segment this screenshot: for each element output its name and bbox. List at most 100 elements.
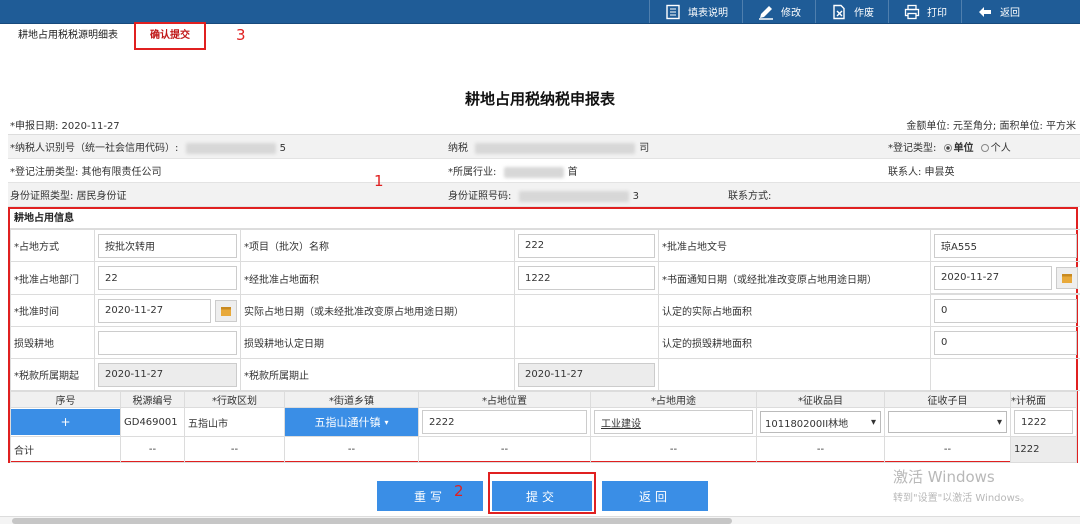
actual-date-label: 实际占地日期（或未经批准改变原占地用途日期） bbox=[240, 294, 515, 327]
print-label: 打印 bbox=[927, 8, 947, 19]
back-toolbar-button[interactable]: 返回 bbox=[961, 0, 1080, 23]
chevron-down-icon: ▾ bbox=[870, 416, 876, 428]
calendar-icon[interactable] bbox=[215, 299, 237, 322]
dept-label: *批准占地部门 bbox=[10, 261, 95, 295]
location-input[interactable]: 2222 bbox=[422, 410, 587, 434]
id-number-label: 身份证照号码: bbox=[448, 191, 512, 202]
docno-label: *批准占地文号 bbox=[658, 229, 931, 262]
street-value: 五指山通什镇 bbox=[314, 416, 381, 429]
taxpayer-row-1: *纳税人识别号（统一社会信用代码）: 5 纳税 司 *登记类型: 单位 个人 bbox=[8, 135, 1080, 159]
total-row: 合计 -- -- -- -- -- -- -- 1222 bbox=[10, 436, 1077, 463]
submit-highlight bbox=[488, 472, 596, 514]
id-number-tail: 3 bbox=[632, 191, 639, 202]
contact-phone: 联系方式: bbox=[728, 191, 772, 202]
void-button[interactable]: 作废 bbox=[815, 0, 888, 23]
dept-input[interactable]: 22 bbox=[98, 266, 237, 290]
edit-label: 修改 bbox=[781, 8, 801, 19]
subitem-select[interactable]: ▾ bbox=[888, 411, 1007, 433]
item-select[interactable]: 101180200II林地 ▾ bbox=[760, 411, 881, 433]
taxpayer-id-tail: 5 bbox=[279, 143, 286, 154]
project-input[interactable]: 222 bbox=[518, 233, 655, 258]
chevron-down-icon: ▾ bbox=[996, 416, 1002, 428]
period-start-label: *税款所属期起 bbox=[10, 358, 95, 391]
docno-input[interactable]: 琼A555 bbox=[934, 233, 1077, 258]
void-label: 作废 bbox=[854, 8, 874, 19]
usage-input[interactable]: 工业建设 bbox=[594, 410, 753, 434]
approve-date-input[interactable]: 2020-11-27 bbox=[98, 298, 211, 323]
mode-input[interactable]: 按批次转用 bbox=[98, 233, 237, 258]
reg-type-label: *登记类型: bbox=[888, 143, 937, 154]
add-row-button[interactable]: + bbox=[11, 409, 120, 435]
page-title: 耕地占用税纳税申报表 bbox=[464, 90, 615, 108]
calendar-icon[interactable] bbox=[1055, 266, 1078, 289]
industry-tail: 首 bbox=[567, 167, 578, 178]
industry-label: *所属行业: bbox=[448, 167, 497, 178]
void-document-icon bbox=[830, 3, 848, 21]
annotation-1: 1 bbox=[374, 172, 384, 190]
taxpayer-row-3: 身份证照类型: 居民身份证 身份证照号码: 3 联系方式: bbox=[8, 183, 1080, 207]
watermark-line2: 转到"设置"以激活 Windows。 bbox=[893, 493, 1031, 504]
actual-area-input[interactable]: 0 bbox=[934, 298, 1077, 323]
tab-tax-source-detail[interactable]: 耕地占用税税源明细表 bbox=[10, 26, 126, 46]
period-end-input: 2020-11-27 bbox=[518, 362, 655, 387]
units-note: 金额单位: 元至角分; 面积单位: 平方米 bbox=[906, 121, 1076, 132]
period-start-input: 2020-11-27 bbox=[98, 362, 237, 387]
damage-input[interactable] bbox=[98, 330, 237, 355]
col-area: *计税面 bbox=[1010, 391, 1077, 408]
total-dash: -- bbox=[418, 436, 591, 463]
damage-area-label: 认定的损毁耕地面积 bbox=[658, 326, 931, 359]
tax-area-input[interactable]: 1222 bbox=[1014, 410, 1073, 434]
reset-button[interactable]: 重写 bbox=[377, 481, 483, 511]
actual-area-label: 认定的实际占地面积 bbox=[658, 294, 931, 327]
area-label: *经批准占地面积 bbox=[240, 261, 515, 295]
chevron-down-icon: ▾ bbox=[384, 417, 389, 427]
fill-instructions-label: 填表说明 bbox=[688, 8, 728, 19]
occupation-form: *占地方式 按批次转用 *项目（批次）名称 222 *批准占地文号 琼A555 … bbox=[10, 229, 1080, 391]
radio-person[interactable] bbox=[980, 144, 989, 152]
scrollbar-thumb[interactable] bbox=[12, 518, 732, 524]
col-region: *行政区划 bbox=[184, 391, 285, 408]
total-dash: -- bbox=[884, 436, 1011, 463]
total-dash: -- bbox=[590, 436, 757, 463]
damage-area-input[interactable]: 0 bbox=[934, 330, 1077, 355]
document-list-icon bbox=[664, 3, 682, 21]
taxpayer-id-label: *纳税人识别号（统一社会信用代码）: bbox=[10, 143, 179, 154]
source-no-cell: GD469001 bbox=[120, 407, 185, 437]
notice-date-input[interactable]: 2020-11-27 bbox=[934, 265, 1052, 290]
back-button[interactable]: 返回 bbox=[602, 481, 708, 511]
street-dropdown[interactable]: 五指山通什镇 ▾ bbox=[285, 408, 418, 436]
tax-source-grid: 序号 税源编号 *行政区划 *街道乡镇 *占地位置 *占地用途 *征收品目 征收… bbox=[10, 391, 1077, 463]
mode-label: *占地方式 bbox=[10, 229, 95, 262]
radio-person-label: 个人 bbox=[990, 143, 1011, 154]
redacted-block bbox=[518, 190, 629, 202]
top-toolbar: 填表说明 修改 作废 打印 返回 bbox=[0, 0, 1080, 24]
total-dash: -- bbox=[284, 436, 419, 463]
col-source-no: 税源编号 bbox=[120, 391, 185, 408]
pencil-icon bbox=[757, 3, 775, 21]
tab-confirm-submit[interactable]: 确认提交 bbox=[134, 22, 206, 50]
section-title: 耕地占用信息 bbox=[10, 209, 1076, 229]
actual-date-cell[interactable] bbox=[514, 294, 659, 327]
area-input[interactable]: 1222 bbox=[518, 266, 655, 290]
taxpayer-name-tail: 司 bbox=[639, 143, 650, 154]
taxpayer-name-label: 纳税 bbox=[448, 143, 468, 154]
total-dash: -- bbox=[184, 436, 285, 463]
col-location: *占地位置 bbox=[418, 391, 591, 408]
radio-unit[interactable] bbox=[943, 144, 952, 152]
grid-header: 序号 税源编号 *行政区划 *街道乡镇 *占地位置 *占地用途 *征收品目 征收… bbox=[10, 391, 1077, 408]
contact-person: 联系人: 申昙英 bbox=[888, 167, 955, 178]
fill-instructions-button[interactable]: 填表说明 bbox=[649, 0, 742, 23]
total-label: 合计 bbox=[10, 436, 121, 463]
col-street: *街道乡镇 bbox=[284, 391, 419, 408]
total-dash: -- bbox=[756, 436, 885, 463]
edit-button[interactable]: 修改 bbox=[742, 0, 815, 23]
back-toolbar-label: 返回 bbox=[1000, 8, 1020, 19]
total-area: 1222 bbox=[1010, 436, 1077, 463]
item-value: 101180200II林地 bbox=[765, 418, 849, 430]
print-button[interactable]: 打印 bbox=[888, 0, 961, 23]
col-subitem: 征收子目 bbox=[884, 391, 1011, 408]
horizontal-scrollbar[interactable] bbox=[0, 516, 1080, 524]
annotation-2: 2 bbox=[454, 482, 464, 500]
damage-date-cell[interactable] bbox=[514, 326, 659, 359]
taxpayer-row-2: *登记注册类型: 其他有限责任公司 *所属行业: 首 联系人: 申昙英 bbox=[8, 159, 1080, 183]
